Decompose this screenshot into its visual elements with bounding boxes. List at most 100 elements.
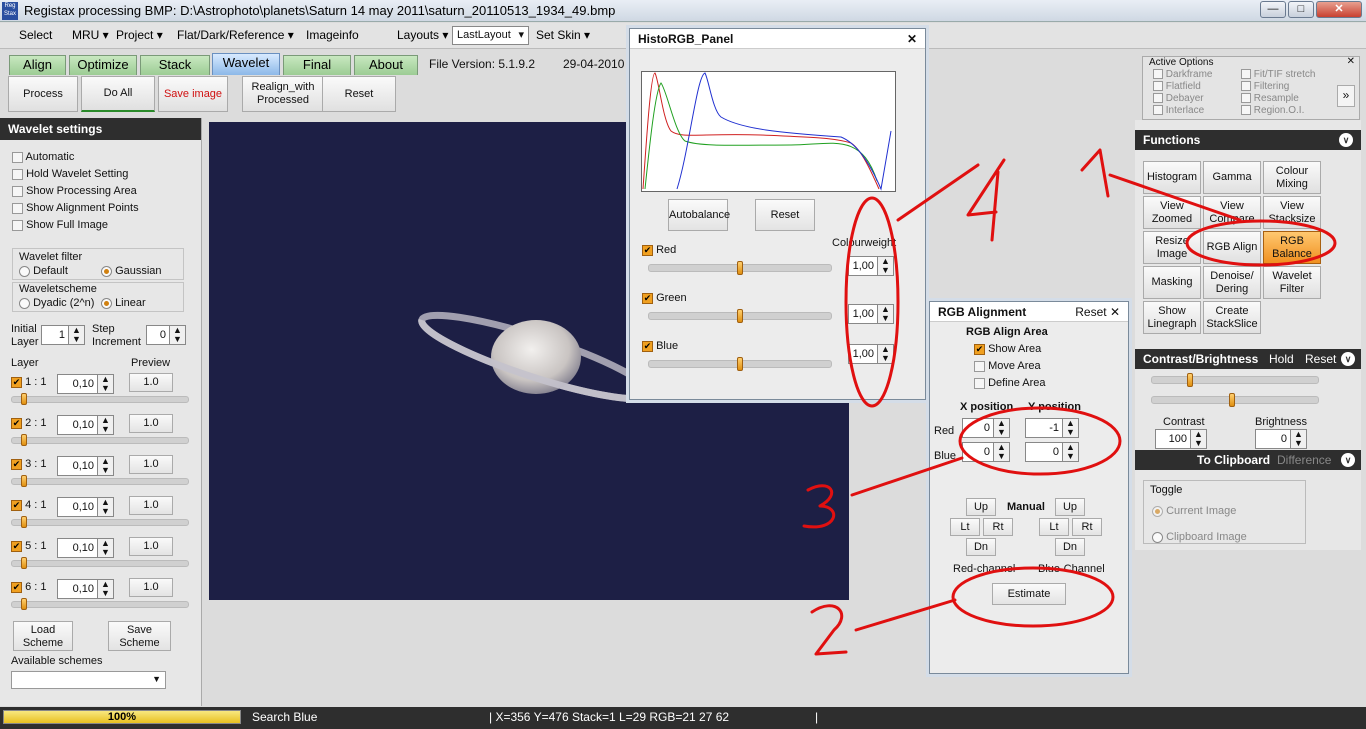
slider-knob[interactable] <box>21 434 27 446</box>
green-weight-spinner[interactable]: 1,00 ▲ ▼ <box>848 304 894 324</box>
layer-slider[interactable] <box>11 437 189 444</box>
spin-arrows-icon[interactable]: ▲ ▼ <box>97 375 113 393</box>
spin-arrows-icon[interactable]: ▲ ▼ <box>877 345 893 363</box>
current-image-option[interactable]: Current Image <box>1152 505 1236 517</box>
menu-select[interactable]: Select <box>19 28 52 42</box>
option-processing-area[interactable]: Show Processing Area <box>12 185 137 197</box>
close-button[interactable]: ✕ <box>1316 1 1362 18</box>
schemes-dropdown[interactable]: ▼ <box>11 671 166 689</box>
checkbox-icon[interactable] <box>1153 69 1163 80</box>
spin-arrows-icon[interactable]: ▲ ▼ <box>97 416 113 434</box>
expand-icon[interactable]: » <box>1337 85 1355 107</box>
blue-left-button[interactable]: Lt <box>1039 518 1069 536</box>
layer-toggle[interactable]: 2 : 1 <box>11 417 46 429</box>
blue-x-spinner[interactable]: 0 ▲ ▼ <box>962 442 1010 462</box>
filter-gaussian[interactable]: Gaussian <box>101 265 162 277</box>
layer-slider[interactable] <box>11 560 189 567</box>
layer-slider[interactable] <box>11 478 189 485</box>
radio-icon[interactable] <box>1152 531 1163 543</box>
contrast-slider[interactable] <box>1151 376 1319 384</box>
layer-preview-button[interactable]: 1.0 <box>129 496 173 515</box>
contrast-reset-button[interactable]: Reset <box>1305 352 1336 366</box>
option-full-image[interactable]: Show Full Image <box>12 219 108 231</box>
difference-button[interactable]: Difference <box>1277 453 1331 467</box>
active-option-item[interactable]: Resample <box>1241 93 1299 104</box>
close-icon[interactable]: ✕ <box>907 32 917 46</box>
red-up-button[interactable]: Up <box>966 498 996 516</box>
checkbox-icon[interactable] <box>974 360 985 372</box>
view-zoomed-button[interactable]: View Zoomed <box>1143 196 1201 229</box>
layer-sharpen-spinner[interactable]: 0,10 ▲ ▼ <box>57 538 114 558</box>
slider-knob[interactable] <box>21 393 27 405</box>
blue-weight-spinner[interactable]: 1,00 ▲ ▼ <box>848 344 894 364</box>
radio-icon[interactable] <box>1152 505 1163 517</box>
active-option-item[interactable]: Interlace <box>1153 105 1204 116</box>
slider-knob[interactable] <box>737 309 743 323</box>
spin-arrows-icon[interactable]: ▲ ▼ <box>97 539 113 557</box>
spin-arrows-icon[interactable]: ▲ ▼ <box>993 443 1009 461</box>
checkbox-icon[interactable] <box>1153 93 1163 104</box>
step-increment-spinner[interactable]: 0 ▲ ▼ <box>146 325 186 345</box>
spin-arrows-icon[interactable]: ▲ ▼ <box>169 326 185 344</box>
contrast-spinner[interactable]: 100 ▲ ▼ <box>1155 429 1207 449</box>
blue-y-spinner[interactable]: 0 ▲ ▼ <box>1025 442 1079 462</box>
process-button[interactable]: Process <box>8 76 78 112</box>
layer-toggle[interactable]: 5 : 1 <box>11 540 46 552</box>
load-scheme-button[interactable]: Load Scheme <box>13 621 73 651</box>
filter-default[interactable]: Default <box>19 265 68 277</box>
brightness-spinner[interactable]: 0 ▲ ▼ <box>1255 429 1307 449</box>
menu-mru[interactable]: MRU ▾ <box>72 28 109 42</box>
checkbox-icon[interactable] <box>1241 93 1251 104</box>
channel-green-toggle[interactable]: Green <box>642 292 687 304</box>
checkbox-icon[interactable] <box>1153 105 1163 116</box>
minimize-button[interactable]: — <box>1260 1 1286 18</box>
checkbox-icon[interactable] <box>642 292 653 304</box>
checkbox-icon[interactable] <box>12 202 23 214</box>
show-area-toggle[interactable]: Show Area <box>974 343 1041 355</box>
radio-icon[interactable] <box>19 297 30 309</box>
tab-about[interactable]: About <box>354 55 418 75</box>
close-icon[interactable]: ✕ <box>1347 56 1355 67</box>
layer-sharpen-spinner[interactable]: 0,10 ▲ ▼ <box>57 497 114 517</box>
layer-toggle[interactable]: 1 : 1 <box>11 376 46 388</box>
active-option-item[interactable]: Fit/TIF stretch <box>1241 69 1315 80</box>
initial-layer-spinner[interactable]: 1 ▲ ▼ <box>41 325 85 345</box>
scheme-dyadic[interactable]: Dyadic (2^n) <box>19 297 94 309</box>
spin-arrows-icon[interactable]: ▲ ▼ <box>877 257 893 275</box>
red-right-button[interactable]: Rt <box>983 518 1013 536</box>
slider-knob[interactable] <box>21 598 27 610</box>
layer-toggle[interactable]: 4 : 1 <box>11 499 46 511</box>
spin-arrows-icon[interactable]: ▲ ▼ <box>877 305 893 323</box>
checkbox-icon[interactable] <box>12 185 23 197</box>
histogram-button[interactable]: Histogram <box>1143 161 1201 194</box>
layer-sharpen-spinner[interactable]: 0,10 ▲ ▼ <box>57 456 114 476</box>
hold-button[interactable]: Hold <box>1269 352 1294 366</box>
slider-knob[interactable] <box>1229 393 1235 407</box>
spin-arrows-icon[interactable]: ▲ ▼ <box>1290 430 1306 448</box>
move-area-toggle[interactable]: Move Area <box>974 360 1041 372</box>
menu-project[interactable]: Project ▾ <box>116 28 163 42</box>
autobalance-button[interactable]: Autobalance <box>668 199 730 231</box>
active-option-item[interactable]: Darkframe <box>1153 69 1212 80</box>
to-clipboard-button[interactable]: To Clipboard <box>1197 453 1270 467</box>
view-stacksize-button[interactable]: View Stacksize <box>1263 196 1321 229</box>
channel-red-toggle[interactable]: Red <box>642 244 676 256</box>
slider-knob[interactable] <box>737 357 743 371</box>
layer-toggle[interactable]: 3 : 1 <box>11 458 46 470</box>
save-scheme-button[interactable]: Save Scheme <box>108 621 171 651</box>
denoise-dering-button[interactable]: Denoise/ Dering <box>1203 266 1261 299</box>
slider-knob[interactable] <box>21 475 27 487</box>
option-hold[interactable]: Hold Wavelet Setting <box>12 168 128 180</box>
tab-align[interactable]: Align <box>9 55 66 75</box>
checkbox-icon[interactable] <box>1241 69 1251 80</box>
blue-up-button[interactable]: Up <box>1055 498 1085 516</box>
do-all-button[interactable]: Do All <box>81 76 155 112</box>
blue-down-button[interactable]: Dn <box>1055 538 1085 556</box>
layer-slider[interactable] <box>11 396 189 403</box>
layer-preview-button[interactable]: 1.0 <box>129 414 173 433</box>
tab-optimize[interactable]: Optimize <box>69 55 137 75</box>
checkbox-icon[interactable] <box>642 244 653 256</box>
slider-knob[interactable] <box>21 557 27 569</box>
checkbox-icon[interactable] <box>12 151 23 163</box>
menu-flat-dark[interactable]: Flat/Dark/Reference ▾ <box>177 28 294 42</box>
